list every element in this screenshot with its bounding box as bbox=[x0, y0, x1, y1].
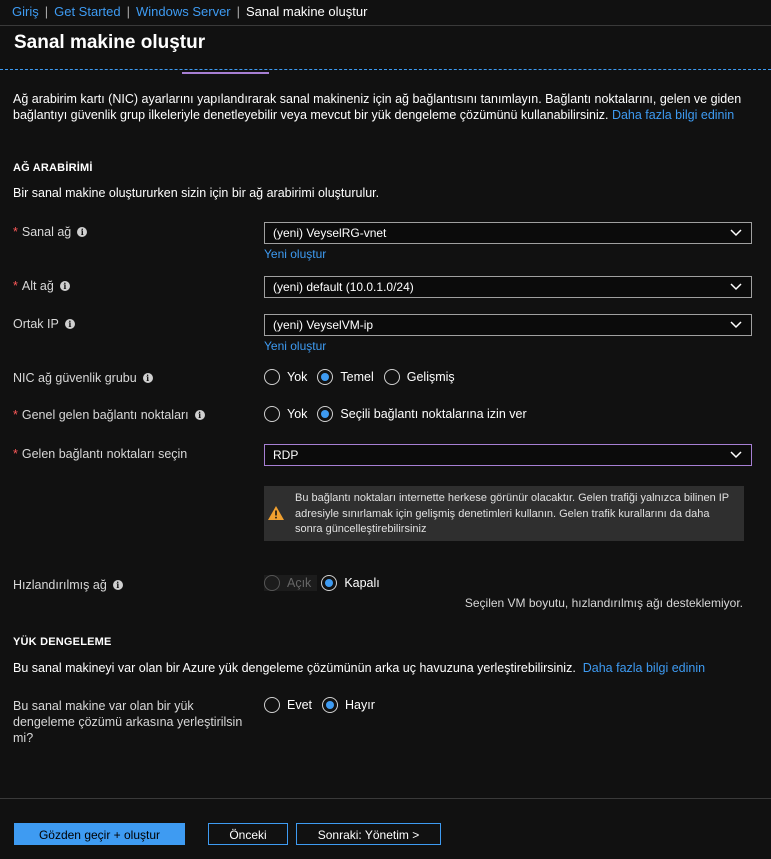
accelerated-option-off[interactable]: Kapalı bbox=[321, 575, 380, 591]
warning-icon bbox=[268, 506, 284, 520]
nsg-option-basic[interactable]: Temel bbox=[317, 369, 374, 385]
radio-button-disabled bbox=[264, 575, 280, 591]
radio-button[interactable] bbox=[264, 697, 280, 713]
info-icon[interactable]: i bbox=[112, 580, 123, 590]
radio-button[interactable] bbox=[383, 369, 400, 385]
breadcrumb-current: Sanal makine oluştur bbox=[246, 4, 368, 19]
networking-description: Ağ arabirim kartı (NIC) ayarlarını yapıl… bbox=[13, 92, 742, 122]
accelerated-networking-label: Hızlandırılmış ağ i bbox=[13, 578, 123, 592]
public-ports-option-none[interactable]: Yok bbox=[264, 406, 307, 422]
public-ports-radio-group: Yok Seçili bağlantı noktalarına izin ver bbox=[264, 406, 537, 422]
footer-divider bbox=[0, 798, 771, 799]
accelerated-option-on: Açık bbox=[264, 575, 318, 591]
ports-warning-box: Bu bağlantı noktaları internette herkese… bbox=[264, 486, 744, 541]
previous-button[interactable]: Önceki bbox=[208, 823, 288, 845]
public-ip-label: Ortak IP i bbox=[13, 317, 75, 331]
radio-button[interactable] bbox=[264, 369, 280, 385]
warning-text: Bu bağlantı noktaları internette herkese… bbox=[295, 492, 729, 535]
nsg-option-none[interactable]: Yok bbox=[264, 369, 307, 385]
lb-section-heading: YÜK DENGELEME bbox=[13, 636, 112, 648]
accelerated-radio-group: Açık Kapalı bbox=[264, 575, 390, 591]
radio-button-selected[interactable] bbox=[317, 369, 334, 385]
nsg-label: NIC ağ güvenlik grubu i bbox=[13, 371, 153, 385]
vnet-create-new-link[interactable]: Yeni oluştur bbox=[264, 247, 326, 261]
inbound-ports-label: * Gelen bağlantı noktaları seçin bbox=[13, 447, 188, 461]
chevron-down-icon bbox=[730, 229, 742, 237]
radio-button[interactable] bbox=[264, 406, 280, 422]
nic-section-heading: AĞ ARABİRİMİ bbox=[13, 162, 93, 174]
public-ip-create-new-link[interactable]: Yeni oluştur bbox=[264, 339, 326, 353]
lb-section-subtitle: Bu sanal makineyi var olan bir Azure yük… bbox=[13, 661, 706, 675]
info-icon[interactable]: i bbox=[77, 227, 88, 237]
breadcrumb-home[interactable]: Giriş bbox=[12, 4, 39, 19]
vnet-label: * Sanal ağ i bbox=[13, 225, 88, 239]
info-icon[interactable]: i bbox=[59, 281, 70, 291]
lb-radio-group: Evet Hayır bbox=[264, 697, 385, 713]
inbound-ports-select[interactable]: RDP bbox=[264, 444, 752, 466]
subnet-select[interactable]: (yeni) default (10.0.1.0/24) bbox=[264, 276, 752, 298]
info-icon[interactable]: i bbox=[142, 373, 153, 383]
radio-button-selected[interactable] bbox=[321, 575, 338, 591]
lb-learn-more-link[interactable]: Daha fazla bilgi edinin bbox=[583, 661, 705, 675]
radio-button-selected[interactable] bbox=[317, 406, 334, 422]
nic-section-subtitle: Bir sanal makine oluştururken sizin için… bbox=[13, 186, 380, 200]
lb-option-yes[interactable]: Evet bbox=[264, 697, 312, 713]
lb-option-no[interactable]: Hayır bbox=[322, 697, 375, 713]
chevron-down-icon bbox=[730, 451, 742, 459]
radio-button-selected[interactable] bbox=[322, 697, 339, 713]
vnet-select[interactable]: (yeni) VeyselRG-vnet bbox=[264, 222, 752, 244]
chevron-down-icon bbox=[730, 321, 742, 329]
nsg-option-advanced[interactable]: Gelişmiş bbox=[383, 369, 455, 385]
nsg-radio-group: Yok Temel Gelişmiş bbox=[264, 369, 465, 385]
info-icon[interactable]: i bbox=[194, 410, 205, 420]
next-management-button[interactable]: Sonraki: Yönetim > bbox=[296, 823, 441, 845]
lb-question-label: Bu sanal makine var olan bir yük dengele… bbox=[13, 699, 243, 745]
tab-active-indicator bbox=[182, 72, 269, 74]
breadcrumb-windows-server[interactable]: Windows Server bbox=[136, 4, 231, 19]
breadcrumb-get-started[interactable]: Get Started bbox=[54, 4, 120, 19]
page-title: Sanal makine oluştur bbox=[14, 32, 206, 53]
subnet-label: * Alt ağ i bbox=[13, 279, 70, 293]
public-ports-label: * Genel gelen bağlantı noktaları i bbox=[13, 408, 205, 422]
accelerated-note: Seçilen VM boyutu, hızlandırılmış ağı de… bbox=[464, 596, 743, 610]
tabs-strip bbox=[0, 69, 771, 70]
chevron-down-icon bbox=[730, 283, 742, 291]
breadcrumb: Giriş | Get Started | Windows Server | Sanal m… bbox=[12, 4, 368, 19]
public-ports-option-allow[interactable]: Seçili bağlantı noktalarına izin ver bbox=[317, 406, 527, 422]
info-icon[interactable]: i bbox=[64, 319, 75, 329]
learn-more-link[interactable]: Daha fazla bilgi edinin bbox=[612, 108, 734, 122]
review-create-button[interactable]: Gözden geçir + oluştur bbox=[14, 823, 185, 845]
public-ip-select[interactable]: (yeni) VeyselVM-ip bbox=[264, 314, 752, 336]
